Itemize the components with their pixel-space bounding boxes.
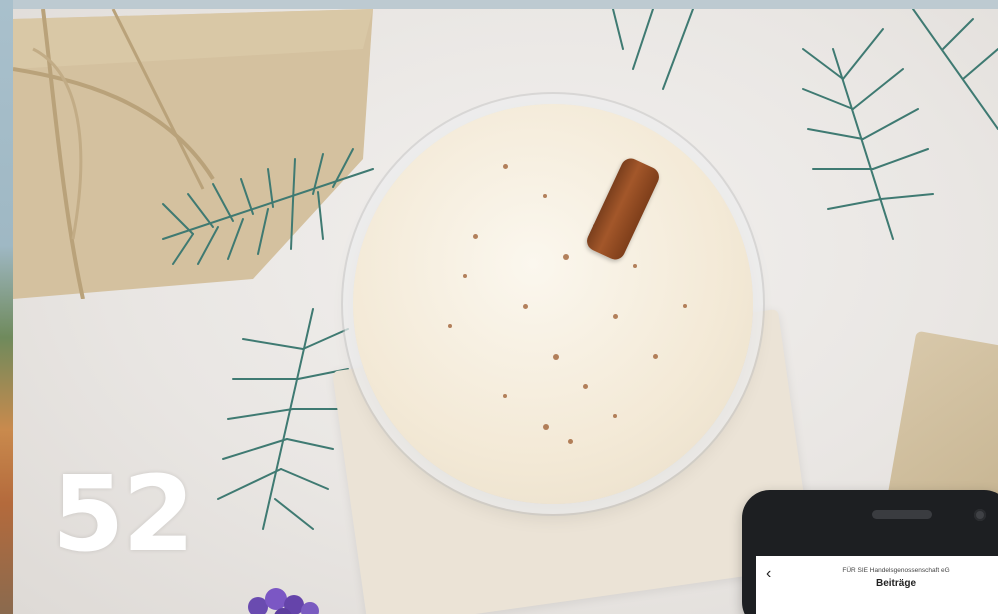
- phone-screen: ‹ FÜR SIE Handelsgenossenschaft eG Beitr…: [756, 556, 998, 614]
- page-number: 52: [52, 453, 195, 575]
- lavender-sprig: [248, 588, 319, 614]
- phone-speaker: [872, 510, 932, 519]
- app-page-title: Beiträge: [875, 578, 916, 589]
- smartphone: ‹ FÜR SIE Handelsgenossenschaft eG Beitr…: [742, 490, 998, 614]
- chevron-left-icon[interactable]: ‹: [766, 565, 782, 583]
- eggnog-glass: [353, 104, 753, 504]
- top-strip: [0, 0, 998, 9]
- camera-icon: [974, 509, 986, 521]
- magazine-page: 52 ‹ FÜR SIE Handelsgenossenschaft eG Be…: [0, 0, 998, 614]
- adjacent-photo-strip: [0, 0, 13, 614]
- app-organization-label: FÜR SIE Handelsgenossenschaft eG: [842, 567, 950, 574]
